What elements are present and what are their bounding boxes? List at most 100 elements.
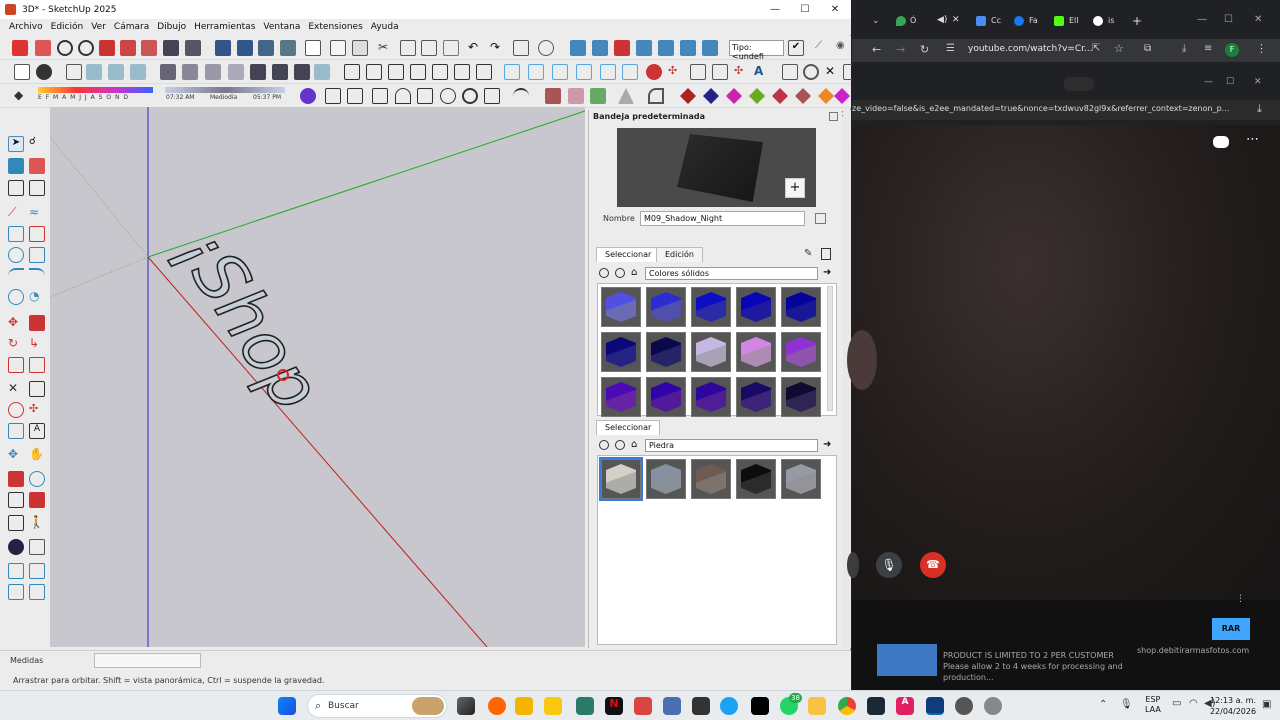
- media-icon[interactable]: ≡: [1204, 43, 1212, 54]
- tab-5[interactable]: is: [1108, 16, 1114, 25]
- photo-icon[interactable]: [417, 88, 433, 104]
- solid-subtract-icon[interactable]: [528, 64, 544, 80]
- paste-icon[interactable]: [421, 40, 437, 56]
- settings-taskbar-icon[interactable]: [984, 697, 1002, 715]
- popup-close-icon[interactable]: ✕: [1254, 77, 1262, 87]
- section-display-icon[interactable]: [237, 40, 253, 56]
- chrome-icon[interactable]: [838, 697, 856, 715]
- text-tool-icon[interactable]: A: [754, 64, 770, 80]
- position-icon[interactable]: [141, 40, 157, 56]
- iso-view-icon[interactable]: [570, 40, 586, 56]
- look-around-icon[interactable]: [163, 40, 179, 56]
- lasso-icon[interactable]: ☌: [29, 136, 45, 152]
- collection-details-2-icon[interactable]: [615, 440, 625, 450]
- style-4-icon[interactable]: [314, 64, 330, 80]
- camera-toggle-button[interactable]: [847, 552, 859, 578]
- forward-icon[interactable]: →: [896, 43, 905, 56]
- zoom-extents-tool-icon[interactable]: [29, 492, 45, 508]
- tab-edicion[interactable]: Edición: [656, 247, 703, 262]
- tape-icon[interactable]: [8, 180, 24, 196]
- zoom-window-icon[interactable]: [78, 40, 94, 56]
- line-tool-icon[interactable]: ⟋: [8, 205, 24, 221]
- polygon-icon[interactable]: [29, 247, 45, 263]
- menu-ver[interactable]: Ver: [87, 22, 110, 32]
- settings-icon[interactable]: [803, 64, 819, 80]
- reload-icon[interactable]: ↻: [920, 43, 929, 56]
- tab-1[interactable]: Ó: [910, 16, 916, 25]
- material-swatch[interactable]: [781, 377, 821, 417]
- material-swatch[interactable]: [736, 377, 776, 417]
- freehand-icon[interactable]: ≈: [29, 205, 45, 221]
- look-around-tool-icon[interactable]: [8, 539, 24, 555]
- location-icon[interactable]: ◉: [836, 40, 852, 56]
- material-swatch[interactable]: [781, 459, 821, 499]
- folder-icon[interactable]: [782, 64, 798, 80]
- new-file-icon[interactable]: [305, 40, 321, 56]
- pie-icon[interactable]: [8, 289, 24, 305]
- start-windows-icon[interactable]: [278, 697, 296, 715]
- model-info-icon[interactable]: [538, 40, 554, 56]
- section-cut-icon[interactable]: [258, 40, 274, 56]
- shop-3d-text[interactable]: ¡Shop: [160, 214, 336, 425]
- section-fill-icon[interactable]: [280, 40, 296, 56]
- rectangle-icon[interactable]: [8, 226, 24, 242]
- leaf-icon[interactable]: [590, 88, 606, 104]
- offset-icon[interactable]: [29, 357, 45, 373]
- copy-icon[interactable]: [400, 40, 416, 56]
- shadow-month-slider[interactable]: [38, 87, 153, 93]
- close-x-icon[interactable]: ✕: [825, 64, 841, 80]
- viewport-canvas[interactable]: ¡Shop: [50, 107, 585, 647]
- folder-icon-taskbar[interactable]: [544, 697, 562, 715]
- undo-icon[interactable]: ↶: [468, 40, 484, 56]
- ad-domain[interactable]: shop.debitirarmasfotos.com: [1137, 646, 1249, 655]
- sketchup-taskbar-icon[interactable]: [926, 697, 944, 715]
- pin-icon[interactable]: [829, 112, 838, 121]
- position-camera-tool-icon[interactable]: [8, 515, 24, 531]
- cube-outline-icon[interactable]: [347, 88, 363, 104]
- wireframe-icon[interactable]: [130, 64, 146, 80]
- style-1-icon[interactable]: [250, 64, 266, 80]
- popup-download-icon[interactable]: ⤓: [1257, 102, 1262, 116]
- orbit-icon[interactable]: ✥: [8, 447, 24, 463]
- eraser-2-icon[interactable]: [29, 180, 45, 196]
- outlook-icon[interactable]: [663, 697, 681, 715]
- select-tool-icon[interactable]: ➤: [8, 136, 24, 152]
- netflix-icon[interactable]: N: [605, 697, 623, 715]
- eyedropper-icon[interactable]: ✎: [804, 248, 812, 259]
- profile-avatar[interactable]: F: [1225, 43, 1239, 57]
- sandbox-tool-2-icon[interactable]: [29, 563, 45, 579]
- clock[interactable]: 12:13 a. m. 22/04/2026: [1208, 695, 1258, 717]
- material-swatch[interactable]: [736, 287, 776, 327]
- cube-icon[interactable]: [325, 88, 341, 104]
- redo-icon[interactable]: ↷: [490, 40, 506, 56]
- paint-icon[interactable]: [8, 158, 24, 174]
- outer-shell-icon[interactable]: [622, 64, 638, 80]
- push-brown-icon[interactable]: [795, 88, 811, 104]
- app-icon[interactable]: [576, 697, 594, 715]
- eraser-icon[interactable]: [29, 158, 45, 174]
- section-icon[interactable]: [215, 40, 231, 56]
- delete-icon[interactable]: [821, 248, 831, 260]
- arc-3-icon[interactable]: ◔: [29, 289, 45, 305]
- maximize-button[interactable]: ☐: [790, 0, 820, 19]
- display-icon[interactable]: ▭: [1172, 698, 1181, 709]
- push-green-icon[interactable]: [749, 88, 765, 104]
- solid-split-icon[interactable]: [576, 64, 592, 80]
- walk-icon[interactable]: [12, 40, 28, 56]
- popup-minimize-icon[interactable]: —: [1204, 77, 1213, 87]
- arc-tool-icon[interactable]: [8, 268, 24, 284]
- protractor-icon[interactable]: ✣: [734, 64, 750, 80]
- zoom-icon[interactable]: [57, 40, 73, 56]
- paint-bucket-icon[interactable]: ◆: [14, 88, 30, 104]
- browser-close-icon[interactable]: ✕: [1254, 14, 1262, 25]
- red-app-icon[interactable]: [634, 697, 652, 715]
- push-magenta-icon[interactable]: [726, 88, 742, 104]
- warehouse-icon[interactable]: [344, 64, 360, 80]
- protractor-tool-icon[interactable]: [29, 381, 45, 397]
- shaded-textures-icon[interactable]: [205, 64, 221, 80]
- style-3-icon[interactable]: [294, 64, 310, 80]
- circle-icon[interactable]: [8, 247, 24, 263]
- back-view-icon[interactable]: [658, 40, 674, 56]
- material-swatch[interactable]: [736, 332, 776, 372]
- duplicate-icon[interactable]: [815, 213, 826, 224]
